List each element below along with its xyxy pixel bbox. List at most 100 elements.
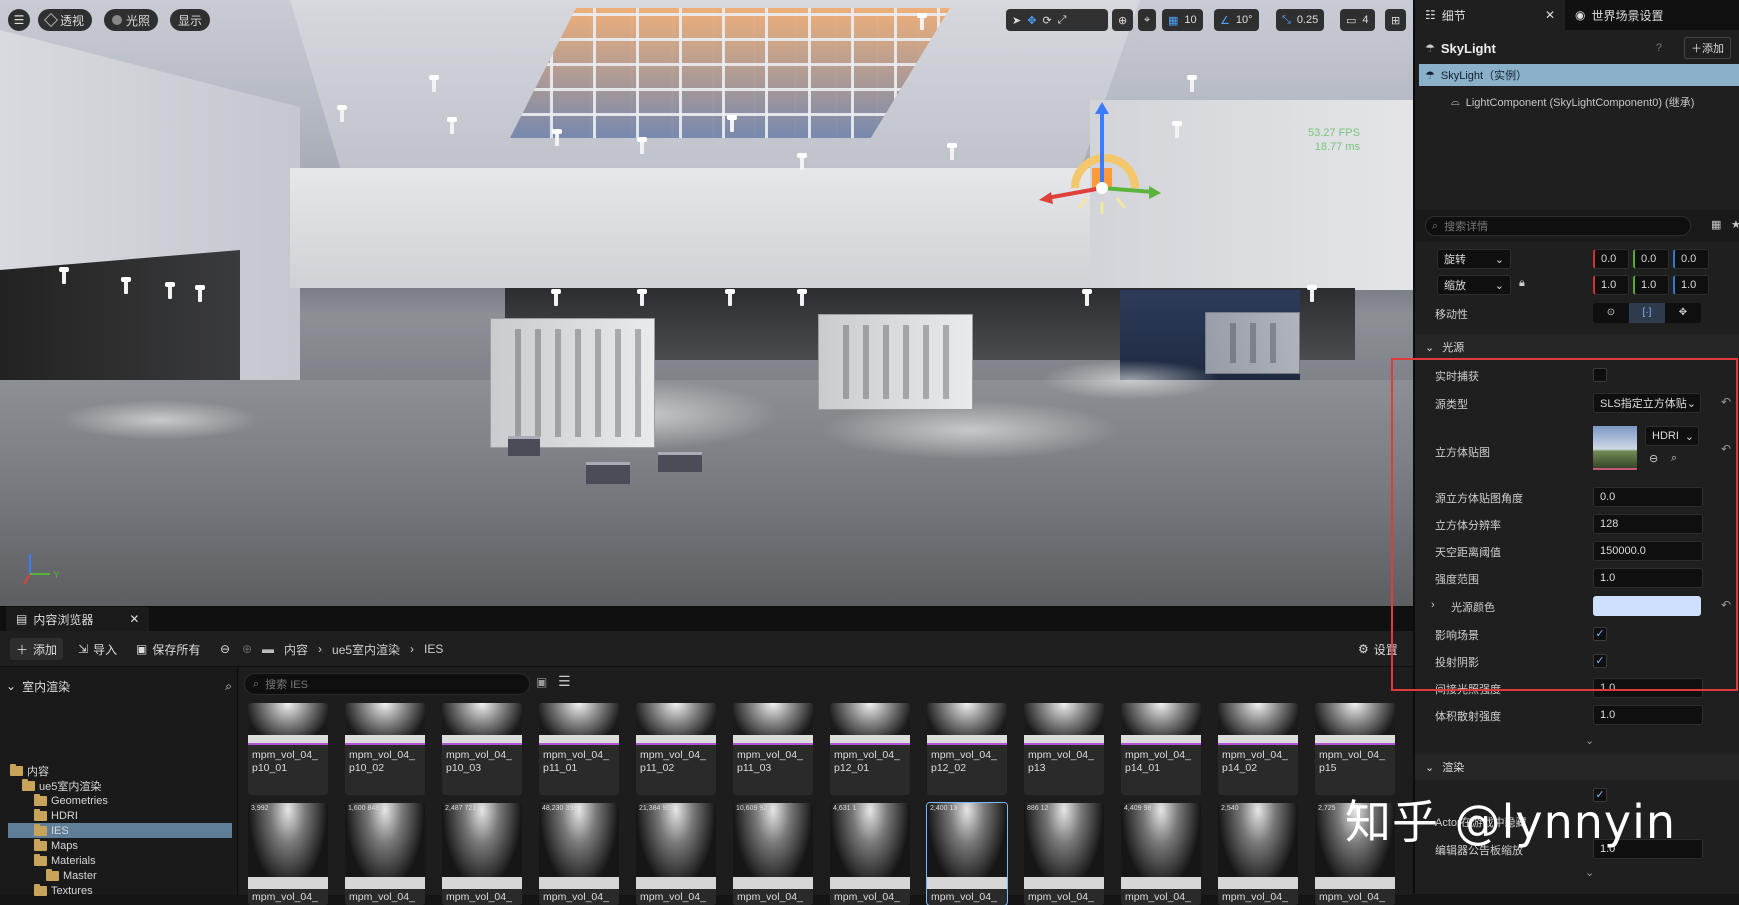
tree-item[interactable]: Materials [34, 853, 96, 868]
spotlight-icon[interactable] [1187, 75, 1197, 92]
tab-details[interactable]: ☷ 细节 ✕ [1415, 0, 1565, 30]
component-instance-row[interactable]: ☂ SkyLight（实例） [1419, 64, 1739, 86]
perspective-button[interactable]: 透视 [38, 9, 93, 31]
tab-content-browser[interactable]: ▤ 内容浏览器 ✕ [6, 607, 150, 631]
reset-icon[interactable]: ↶ [1721, 395, 1731, 409]
spotlight-icon[interactable] [797, 153, 807, 170]
spotlight-icon[interactable] [551, 289, 561, 306]
chevron-right-icon[interactable]: › [1431, 599, 1435, 611]
spotlight-icon[interactable] [447, 117, 457, 134]
volumetric-intensity-field[interactable]: 1.0 [1593, 705, 1703, 725]
spotlight-icon[interactable] [637, 289, 647, 306]
asset-tile[interactable]: 3,992 mpm_vol_04_ [248, 803, 328, 905]
spotlight-icon[interactable] [727, 115, 737, 132]
level-viewport[interactable]: ☰ 透视 光照 显示 ➤ ✥ ⟳ ⤢ ⊕ ⌖ ▦ 10 ∠ 10° ⤡ 0.25… [0, 0, 1413, 606]
asset-tile[interactable]: 1,600 848 mpm_vol_04_ [345, 803, 425, 905]
tree-item[interactable]: HDRI [34, 808, 78, 823]
movable-icon[interactable]: ✥ [1665, 303, 1701, 323]
tree-header[interactable]: ⌄ 室内渲染 ⌕ [6, 675, 232, 697]
close-icon[interactable]: ✕ [1545, 8, 1555, 22]
spotlight-icon[interactable] [725, 289, 735, 306]
table-view-icon[interactable]: ▦ [1711, 218, 1721, 231]
tree-item[interactable]: 内容 [10, 763, 49, 778]
star-icon[interactable]: ★ [1731, 218, 1739, 231]
surface-snap-toggle[interactable]: ⌖ [1138, 9, 1157, 31]
mobility-toggle[interactable]: ⊙ [·] ✥ [1593, 303, 1701, 323]
asset-tile[interactable]: mpm_vol_04_ p14_02 [1218, 703, 1298, 795]
filter-icon[interactable]: ☰ [558, 673, 571, 690]
exhibit-cube[interactable] [818, 314, 973, 410]
save-all-button[interactable]: ▣ 保存所有 [130, 638, 206, 660]
spotlight-icon[interactable] [797, 289, 807, 306]
asset-tile[interactable]: mpm_vol_04_ p15 [1315, 703, 1395, 795]
source-type-dropdown[interactable]: SLS指定立方体贴 ⌄ [1593, 393, 1701, 413]
select-arrow-icon[interactable]: ➤ [1012, 14, 1021, 27]
asset-tile[interactable]: 2,487 721 mpm_vol_04_ [442, 803, 522, 905]
light-color-swatch[interactable] [1593, 596, 1701, 616]
rotation-dropdown[interactable]: 旋转 ⌄ [1437, 249, 1511, 269]
exhibit-cube[interactable] [1205, 312, 1300, 374]
angle-snap-button[interactable]: ∠ 10° [1214, 9, 1259, 31]
import-button[interactable]: ⇲ 导入 [72, 638, 123, 660]
asset-search-input[interactable]: ⌕ 搜索 IES [244, 673, 530, 695]
asset-tile[interactable]: mpm_vol_04_ p14_01 [1121, 703, 1201, 795]
realtime-capture-checkbox[interactable] [1593, 368, 1607, 382]
asset-tile[interactable]: 2,400 13 mpm_vol_04_ [926, 802, 1008, 905]
tree-item[interactable]: Textures [34, 883, 93, 898]
spotlight-icon[interactable] [59, 267, 69, 284]
spotlight-icon[interactable] [917, 13, 927, 30]
static-icon[interactable]: ⊙ [1593, 303, 1629, 323]
affects-world-checkbox[interactable]: ✓ [1593, 627, 1607, 641]
tree-item[interactable]: Master [46, 868, 97, 883]
viewport-menu-button[interactable]: ☰ [8, 9, 30, 31]
asset-tile[interactable]: 886 12 mpm_vol_04_ [1024, 803, 1104, 905]
move-icon[interactable]: ✥ [1027, 14, 1036, 27]
grid-snap-button[interactable]: ▦ 10 [1162, 9, 1203, 31]
asset-tile[interactable]: mpm_vol_04_ p11_02 [636, 703, 716, 795]
tree-item[interactable]: ue5室内渲染 [22, 778, 101, 793]
sky-distance-field[interactable]: 150000.0 [1593, 541, 1703, 561]
show-button[interactable]: 显示 [170, 9, 211, 31]
lighting-mode-button[interactable]: 光照 [104, 9, 159, 31]
spotlight-icon[interactable] [637, 137, 647, 154]
tree-item[interactable]: Geometries [34, 793, 108, 808]
spotlight-icon[interactable] [337, 105, 347, 122]
cubemap-thumbnail[interactable] [1593, 426, 1637, 470]
scale-z-field[interactable]: 1.0 [1673, 275, 1709, 295]
add-button[interactable]: ＋ 添加 [10, 638, 64, 660]
asset-tile[interactable]: 2,540 mpm_vol_04_ [1218, 803, 1298, 905]
breadcrumb-item[interactable]: IES [424, 642, 443, 656]
rotation-x-field[interactable]: 0.0 [1593, 249, 1629, 269]
spotlight-icon[interactable] [429, 75, 439, 92]
details-search-input[interactable]: ⌕ 搜索详情 [1425, 216, 1691, 236]
spotlight-icon[interactable] [195, 285, 205, 302]
asset-tile[interactable]: 4,409 98 mpm_vol_04_ [1121, 803, 1201, 905]
maximize-viewport-button[interactable]: ⊞ [1385, 9, 1407, 31]
browse-icon[interactable]: ⌕ [1671, 452, 1677, 465]
asset-tile[interactable]: mpm_vol_04_ p10_03 [442, 703, 522, 795]
back-button[interactable]: ⊖ [214, 638, 236, 660]
bench[interactable] [508, 436, 540, 456]
asset-tile[interactable]: mpm_vol_04_ p11_03 [733, 703, 813, 795]
asset-tile[interactable]: mpm_vol_04_ p10_01 [248, 703, 328, 795]
spotlight-icon[interactable] [1172, 121, 1182, 138]
use-selected-icon[interactable]: ⊖ [1649, 452, 1658, 465]
asset-tile[interactable]: 4,631 1 mpm_vol_04_ [830, 803, 910, 905]
scale-snap-button[interactable]: ⤡ 0.25 [1276, 9, 1325, 31]
rotation-y-field[interactable]: 0.0 [1633, 249, 1669, 269]
cubemap-dropdown[interactable]: HDRI ⌄ [1645, 426, 1699, 446]
advanced-expand-icon[interactable]: ⌄ [1585, 866, 1594, 879]
asset-tile[interactable]: 21,384 959 mpm_vol_04_ [636, 803, 716, 905]
settings-button[interactable]: ⚙ 设置 [1352, 638, 1404, 660]
asset-tile[interactable]: 10,609 92 mpm_vol_04_ [733, 803, 813, 905]
search-icon[interactable]: ⌕ [225, 679, 232, 694]
spotlight-icon[interactable] [165, 282, 175, 299]
asset-tile[interactable]: mpm_vol_04_ p11_01 [539, 703, 619, 795]
scale-icon[interactable]: ⤢ [1058, 14, 1067, 27]
tree-item[interactable]: Maps [34, 838, 78, 853]
bench[interactable] [586, 462, 630, 484]
world-local-toggle[interactable]: ⊕ [1112, 9, 1134, 31]
tab-world-settings[interactable]: ◉ 世界场景设置 [1565, 0, 1674, 30]
intensity-scale-field[interactable]: 1.0 [1593, 568, 1703, 588]
rotate-icon[interactable]: ⟳ [1042, 14, 1051, 27]
